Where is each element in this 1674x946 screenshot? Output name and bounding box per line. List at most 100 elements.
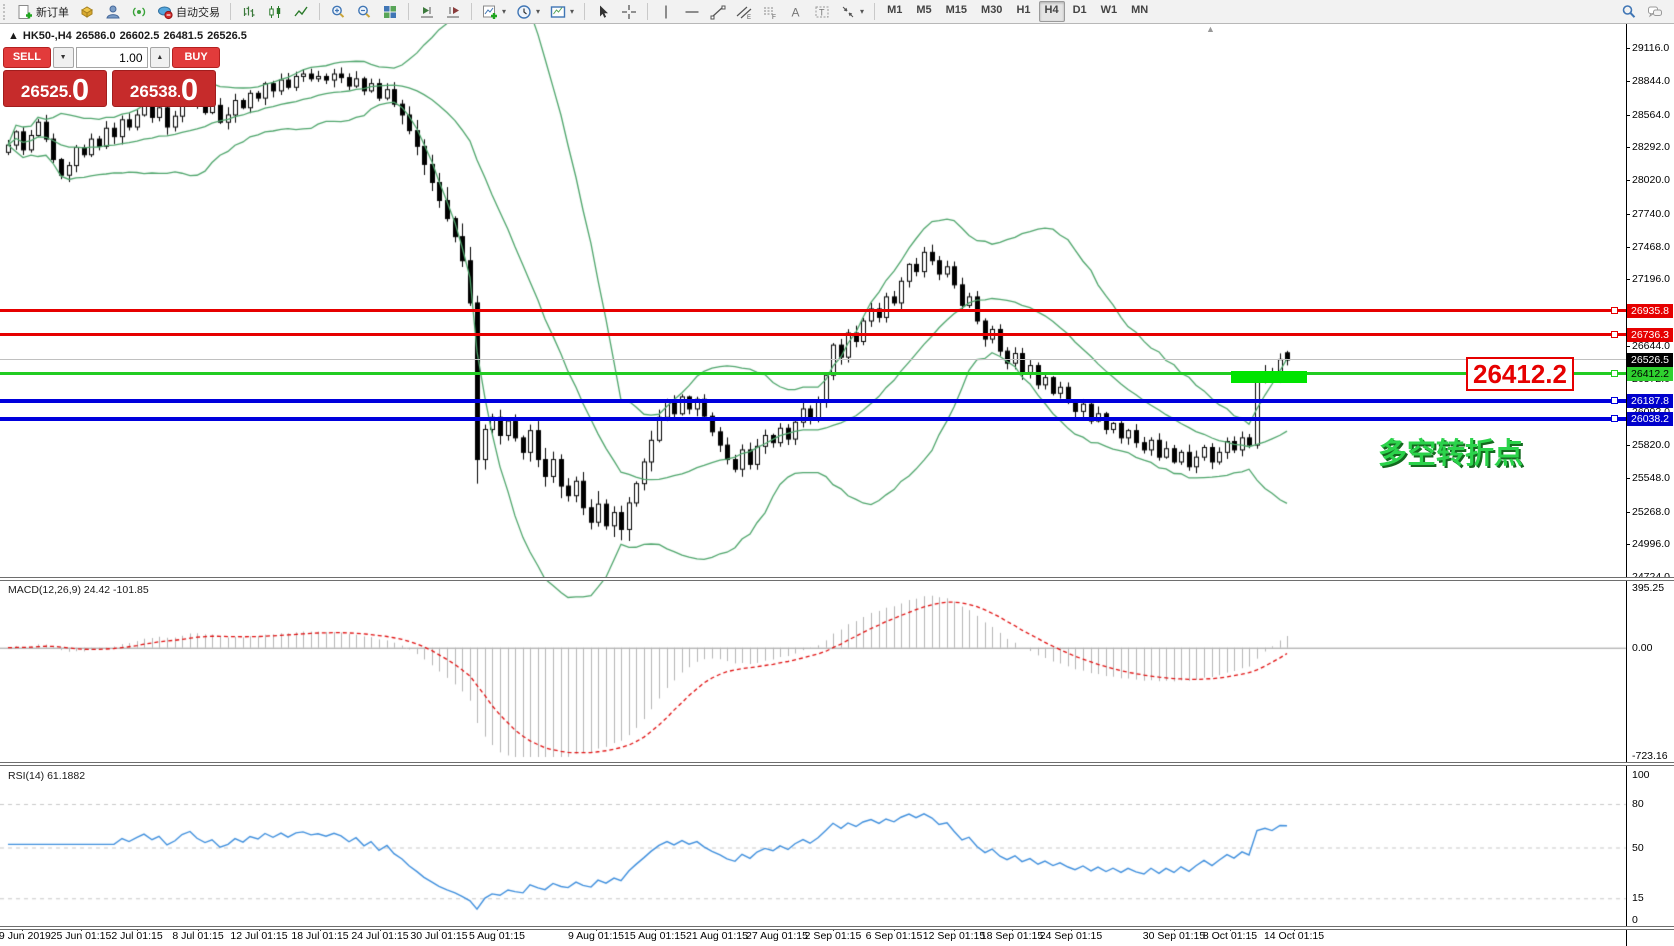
period-button[interactable]: ▾ <box>511 3 545 21</box>
crosshair-icon <box>621 4 637 20</box>
resistance-line-lower-handle[interactable] <box>1611 331 1618 339</box>
line-chart-icon <box>293 4 309 20</box>
horizontal-line-tool-button[interactable] <box>679 3 705 21</box>
timeframe-group: M1 M5 M15 M30 H1 H4 D1 W1 MN <box>880 1 1155 22</box>
price-tickmark <box>1626 346 1630 347</box>
macd-panel-divider[interactable] <box>0 577 1674 581</box>
chat-button[interactable] <box>1642 3 1668 21</box>
support-line-lower-handle[interactable] <box>1611 415 1618 423</box>
chat-icon <box>1647 4 1663 20</box>
buy-price-display[interactable]: 26538. 0 <box>112 70 216 107</box>
trendline-tool-button[interactable] <box>705 3 731 21</box>
template-button[interactable]: ▾ <box>545 3 579 21</box>
zoom-in-button[interactable] <box>325 3 351 21</box>
pivot-line-26412[interactable] <box>0 372 1626 376</box>
pivot-line-26412-handle[interactable] <box>1611 370 1618 378</box>
text-tool-button[interactable]: A <box>783 3 809 21</box>
mt4-trading-window: 新订单 自动交易 ▾ ▾ ▾ E F A T ▾ M1 M5 M15 M30 H… <box>0 0 1674 946</box>
timeframe-button-m1[interactable]: M1 <box>881 1 908 22</box>
channel-tool-button[interactable]: E <box>731 3 757 21</box>
sell-button[interactable]: SELL <box>3 47 51 68</box>
timeframe-button-h1[interactable]: H1 <box>1010 1 1036 22</box>
turning-point-text[interactable]: 多空转折点 <box>1378 430 1523 472</box>
support-line-lower[interactable] <box>0 416 1626 421</box>
toolbar-separator <box>647 3 649 20</box>
signal-icon <box>131 4 147 20</box>
rsi-label: RSI(14) 61.1882 <box>8 770 86 782</box>
profile-button[interactable] <box>100 3 126 21</box>
arrows-tool-button[interactable]: ▾ <box>835 3 869 21</box>
date-label: 9 Aug 01:15 <box>567 930 625 942</box>
svg-text:A: A <box>792 5 800 19</box>
rsi-axis-label: 0 <box>1632 914 1638 926</box>
tile-windows-icon <box>382 4 398 20</box>
pivot-level-label[interactable]: 26412.2 <box>1466 357 1574 391</box>
price-badge-26187-8: 26187.8 <box>1627 393 1673 408</box>
chart-shift-marker[interactable]: ▲ <box>1206 24 1215 34</box>
volume-decrease-button[interactable]: ▼ <box>52 47 74 68</box>
rsi-panel-divider[interactable] <box>0 762 1674 766</box>
crosshair-tool-button[interactable] <box>616 3 642 21</box>
auto-trading-icon <box>157 4 173 20</box>
candle-chart-type-button[interactable] <box>262 3 288 21</box>
timeframe-button-w1[interactable]: W1 <box>1095 1 1124 22</box>
auto-scroll-button[interactable] <box>414 3 440 21</box>
new-order-icon <box>17 4 33 20</box>
price-tickmark <box>1626 544 1630 545</box>
sell-price-display[interactable]: 26525. 0 <box>3 70 107 107</box>
fibonacci-tool-button[interactable]: F <box>757 3 783 21</box>
resistance-line-upper[interactable] <box>0 309 1626 313</box>
volume-increase-button[interactable]: ▲ <box>149 47 171 68</box>
add-indicator-button[interactable]: ▾ <box>477 3 511 21</box>
timeframe-button-d1[interactable]: D1 <box>1067 1 1093 22</box>
new-order-button[interactable]: 新订单 <box>12 3 74 21</box>
timeframe-button-m5[interactable]: M5 <box>910 1 937 22</box>
line-chart-type-button[interactable] <box>288 3 314 21</box>
tile-windows-button[interactable] <box>377 3 403 21</box>
arrows-shapes-icon <box>840 4 856 20</box>
timeframe-button-h4[interactable]: H4 <box>1038 1 1065 22</box>
cursor-tool-button[interactable] <box>590 3 616 21</box>
resistance-line-upper-handle[interactable] <box>1611 307 1618 315</box>
support-line-upper[interactable] <box>0 398 1626 403</box>
bid-price-line[interactable] <box>0 359 1626 361</box>
text-label-tool-button[interactable]: T <box>809 3 835 21</box>
price-tick-label: 28844.0 <box>1632 74 1670 87</box>
vertical-line-icon <box>658 4 674 20</box>
vertical-line-tool-button[interactable] <box>653 3 679 21</box>
resistance-line-lower[interactable] <box>0 333 1626 337</box>
new-order-label: 新订单 <box>36 6 69 19</box>
bar-chart-type-button[interactable] <box>236 3 262 21</box>
price-tick-label: 28020.0 <box>1632 174 1670 187</box>
price-chart-canvas[interactable] <box>0 0 1674 946</box>
buy-button[interactable]: BUY <box>172 47 220 68</box>
price-tickmark <box>1626 247 1630 248</box>
timeframe-button-m30[interactable]: M30 <box>975 1 1008 22</box>
chart-files-button[interactable] <box>74 3 100 21</box>
timeframe-button-mn[interactable]: MN <box>1125 1 1154 22</box>
ohlc-low: 26481.5 <box>163 30 204 42</box>
auto-trading-button[interactable]: 自动交易 <box>152 3 225 21</box>
chart-shift-button[interactable] <box>440 3 466 21</box>
date-label: 14 Oct 01:15 <box>1263 930 1325 942</box>
date-label: 24 Jul 01:15 <box>351 930 409 942</box>
date-label: 21 Aug 01:15 <box>686 930 748 942</box>
date-label: 25 Jun 01:15 <box>50 930 112 942</box>
one-click-trading-panel: SELL ▼ ▲ BUY 26525.0 26538.0 <box>3 47 220 107</box>
support-line-upper-handle[interactable] <box>1611 397 1618 405</box>
volume-input[interactable] <box>75 47 148 68</box>
price-tick-label: 27468.0 <box>1632 240 1670 253</box>
clock-icon <box>516 4 532 20</box>
macd-axis-label: 395.25 <box>1632 582 1665 594</box>
dropdown-caret: ▾ <box>536 7 541 16</box>
date-label: 8 Oct 01:15 <box>1202 930 1258 942</box>
collapse-panel-arrow[interactable]: ▲ <box>8 30 19 42</box>
timeframe-button-m15[interactable]: M15 <box>940 1 973 22</box>
search-button[interactable] <box>1616 3 1642 21</box>
toolbar-separator <box>471 3 472 20</box>
toolbar-separator <box>874 3 876 20</box>
zoom-out-button[interactable] <box>351 3 377 21</box>
highlight-rectangle[interactable] <box>1231 371 1307 383</box>
signal-button[interactable] <box>126 3 152 21</box>
add-indicator-icon <box>482 4 498 20</box>
